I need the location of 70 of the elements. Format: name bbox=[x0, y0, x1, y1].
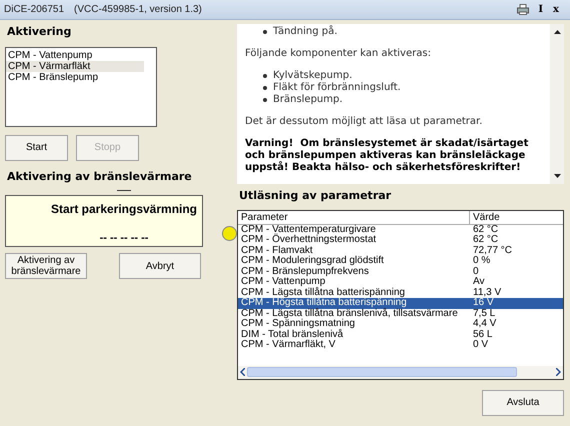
value-cell-text: 7,5 L bbox=[472, 308, 496, 319]
scrollbar-thumb[interactable] bbox=[247, 367, 517, 377]
scroll-left-icon[interactable] bbox=[240, 368, 245, 376]
parameter-cell-text: CPM - Vattentemperaturgivare bbox=[240, 224, 377, 234]
window-subtitle: (VCC-459985-1, version 1.3) bbox=[74, 3, 202, 17]
value-cell-text: 62 °C bbox=[472, 224, 500, 235]
value-cell-text: 4,4 V bbox=[472, 319, 498, 330]
table-row[interactable]: CPM - Värmarfläkt, V 0 V bbox=[238, 340, 563, 350]
parameter-cell-text: CPM - Moduleringsgrad glödstift bbox=[240, 256, 385, 266]
parameter-cell-text: CPM - Högsta tillåtna batterispänning bbox=[240, 298, 408, 308]
value-cell-text: 56 L bbox=[472, 330, 494, 340]
parameter-cell-text: CPM - Lägsta tillåtna batterispänning bbox=[240, 288, 406, 298]
value-cell-text: Av bbox=[472, 277, 486, 288]
parameter-cell-text: CPM - Överhettningstermostat bbox=[240, 235, 378, 246]
column-header[interactable]: Värde bbox=[470, 210, 563, 224]
bullet-item: Kylvätskepump. bbox=[273, 70, 352, 82]
table-row[interactable]: CPM - Lägsta tillåtna batterispänning 11,3 V bbox=[238, 288, 563, 298]
list-item[interactable]: CPM - Vattenpump bbox=[6, 50, 144, 60]
table-row[interactable]: DIM - Total bränslenivå 56 L bbox=[238, 330, 563, 340]
horizontal-scrollbar[interactable] bbox=[238, 366, 563, 378]
info-paragraph: Följande komponenter kan aktiveras: bbox=[245, 48, 432, 60]
parameter-cell-text: DIM - Total bränslenivå bbox=[240, 330, 344, 340]
table-row[interactable]: CPM - Lägsta tillåtna bränslenivå, tillsatsvärmare 7,5 L bbox=[238, 308, 563, 319]
column-header[interactable]: Parameter bbox=[238, 210, 470, 224]
vertical-scrollbar[interactable] bbox=[550, 24, 564, 184]
table-row[interactable]: CPM - Överhettningstermostat 62 °C bbox=[238, 235, 563, 246]
bullet-item: Tändning på. bbox=[273, 26, 338, 38]
value-cell-text: 0 bbox=[472, 266, 480, 277]
close-button[interactable]: Avsluta bbox=[482, 390, 564, 416]
scroll-right-icon[interactable] bbox=[556, 368, 561, 376]
title-bar-button[interactable]: x bbox=[550, 2, 562, 17]
parameter-cell-text: CPM - Vattenpump bbox=[240, 277, 326, 287]
warning-text: Varning! Om bränslesystemet är skadat/isärtaget och bränslepumpen aktiveras kan bränsleläckage uppstå! Beakta hälso- och säkerhetsföreskrifter! bbox=[245, 138, 530, 174]
bullet-item: Fläkt för förbränningsluft. bbox=[273, 82, 401, 94]
parameter-cell-text: CPM - Värmarfläkt, V bbox=[240, 340, 336, 350]
table-row[interactable]: CPM - Vattenpump Av bbox=[238, 277, 563, 288]
value-cell-text: 62 °C bbox=[472, 235, 500, 246]
cancel-button[interactable]: Avbryt bbox=[119, 253, 201, 279]
table-row[interactable]: CPM - Spänningsmatning 4,4 V bbox=[238, 319, 563, 330]
parameter-cell-text: CPM - Bränslepumpfrekvens bbox=[240, 266, 370, 277]
scroll-up-icon[interactable] bbox=[554, 30, 560, 34]
start-button[interactable]: Start bbox=[5, 134, 68, 160]
activate-heater-button[interactable]: Aktivering av bränslevärmare bbox=[5, 253, 87, 279]
parameter-cell-text: CPM - Lägsta tillåtna bränslenivå, tillsatsvärmare bbox=[240, 308, 459, 318]
section-heading: Utläsning av parametrar bbox=[239, 188, 392, 204]
section-heading: Aktivering av bränslevärmare bbox=[7, 168, 193, 184]
window-title: DiCE-206751 bbox=[4, 3, 64, 17]
status-indicator bbox=[222, 226, 237, 241]
value-cell-text: 72,77 °C bbox=[472, 246, 514, 256]
value-cell-text: 16 V bbox=[472, 298, 495, 308]
info-paragraph: Det är dessutom möjligt att läsa ut parametrar. bbox=[245, 116, 484, 128]
value-cell-text: 0 V bbox=[472, 340, 490, 350]
value-cell-text: 0 % bbox=[472, 256, 492, 266]
list-item[interactable]: CPM - Bränslepump bbox=[6, 72, 144, 82]
table-row[interactable]: CPM - Flamvakt 72,77 °C bbox=[238, 246, 563, 256]
table-row[interactable]: CPM - Moduleringsgrad glödstift 0 % bbox=[238, 256, 563, 266]
section-heading: Aktivering bbox=[7, 24, 72, 40]
status-value: -- -- -- -- -- bbox=[100, 231, 148, 246]
list-item[interactable]: CPM - Värmarfläkt bbox=[6, 60, 144, 72]
printer-icon[interactable] bbox=[517, 4, 530, 15]
table-row[interactable]: CPM - Bränslepumpfrekvens 0 bbox=[238, 266, 563, 277]
parameter-cell-text: CPM - Spänningsmatning bbox=[240, 319, 356, 329]
parameter-cell-text: CPM - Flamvakt bbox=[240, 246, 314, 256]
table-row[interactable]: CPM - Högsta tillåtna batterispänning 16 V bbox=[238, 298, 563, 308]
status-title: Start parkeringsvärmning bbox=[50, 201, 198, 218]
bullet-item: Bränslepump. bbox=[273, 94, 343, 106]
value-cell-text: 11,3 V bbox=[472, 288, 502, 298]
title-bar-button[interactable]: I bbox=[535, 2, 546, 17]
table-row[interactable]: CPM - Vattentemperaturgivare 62 °C bbox=[238, 224, 563, 235]
scroll-down-icon[interactable] bbox=[554, 174, 560, 178]
